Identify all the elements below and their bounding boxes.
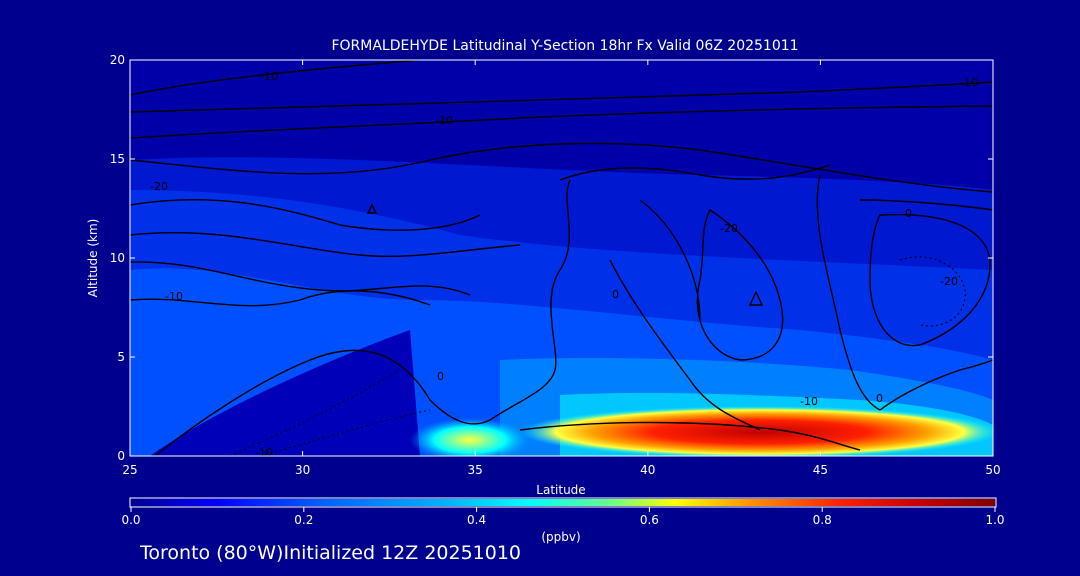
x-tick-label: 40 bbox=[640, 463, 655, 477]
x-tick-label: 35 bbox=[468, 463, 483, 477]
colorbar-tick-label: 0.8 bbox=[813, 513, 832, 527]
y-tick-label: 0 bbox=[117, 449, 125, 463]
contour-label: -20 bbox=[940, 275, 958, 288]
x-tick-label: 50 bbox=[985, 463, 1000, 477]
x-tick-label: 45 bbox=[813, 463, 828, 477]
contour-label: 0 bbox=[876, 392, 883, 405]
y-tick-label: 10 bbox=[110, 251, 125, 265]
colorbar-tick-label: 0.4 bbox=[467, 513, 486, 527]
y-axis-label: Altitude (km) bbox=[86, 219, 100, 298]
y-tick-label: 5 bbox=[117, 350, 125, 364]
contour-label: -10 bbox=[435, 114, 453, 127]
x-tick-label: 25 bbox=[122, 463, 137, 477]
footer-initialization-text: Toronto (80°W)Initialized 12Z 20251010 bbox=[140, 542, 522, 564]
y-tick-label: 20 bbox=[110, 53, 125, 67]
plot-field: -10 -10 -20 -10 -20 0 -20 -10 -10 -10 0 0 0 bbox=[130, 60, 993, 459]
colorbar: 0.0 0.2 0.4 0.6 0.8 1.0 (ppbv) bbox=[121, 497, 1005, 544]
colorbar-gradient bbox=[131, 499, 995, 506]
colorbar-tick-label: 0.6 bbox=[640, 513, 659, 527]
colorbar-label: (ppbv) bbox=[541, 530, 580, 544]
contour-label: -10 bbox=[800, 395, 818, 408]
plume-primary bbox=[520, 406, 993, 456]
colorbar-tick-label: 0.0 bbox=[121, 513, 140, 527]
contour-label: -10 bbox=[960, 76, 978, 89]
contour-label: -20 bbox=[720, 222, 738, 235]
contour-label: 0 bbox=[905, 207, 912, 220]
colorbar-ticks: 0.0 0.2 0.4 0.6 0.8 1.0 bbox=[121, 507, 1005, 527]
x-tick-label: 30 bbox=[295, 463, 310, 477]
contour-label: 0 bbox=[437, 370, 444, 383]
contour-label: -10 bbox=[165, 290, 183, 303]
contour-label: -20 bbox=[150, 180, 168, 193]
plume-secondary bbox=[410, 418, 530, 456]
contour-label: 0 bbox=[612, 288, 619, 301]
chart-title: FORMALDEHYDE Latitudinal Y-Section 18hr … bbox=[331, 38, 798, 54]
chart-figure: -10 -10 -20 -10 -20 0 -20 -10 -10 -10 0 0 0 FORMALDE… bbox=[86, 38, 1005, 544]
colorbar-tick-label: 0.2 bbox=[294, 513, 313, 527]
x-axis-label: Latitude bbox=[536, 483, 585, 497]
y-tick-label: 15 bbox=[110, 152, 125, 166]
contour-label: -10 bbox=[255, 446, 273, 459]
colorbar-tick-label: 1.0 bbox=[985, 513, 1004, 527]
contour-label: -10 bbox=[260, 70, 278, 83]
